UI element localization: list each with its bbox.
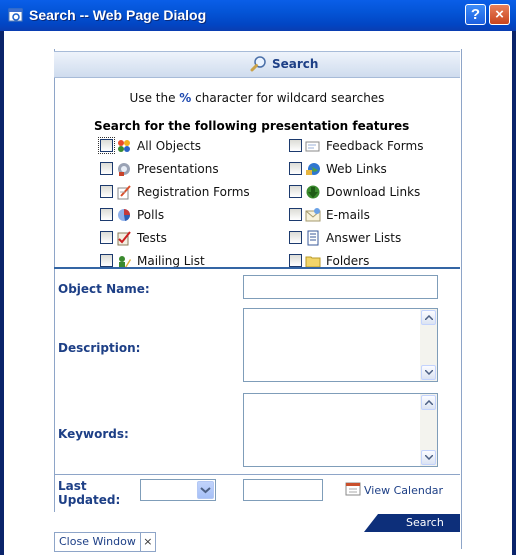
ie-page-icon [8,8,23,22]
download-links-icon [306,185,320,199]
feature-label: Answer Lists [326,231,402,245]
keywords-textarea[interactable] [243,393,438,467]
dialog-content: Search Use the % character for wildcard … [4,31,512,555]
close-window-control: Close Window × [54,532,156,552]
checkbox[interactable] [100,231,113,244]
scroll-down-button[interactable] [421,365,436,380]
scroll-down-button[interactable] [421,450,436,465]
close-window-button[interactable]: Close Window [55,533,141,551]
presentations-icon [118,163,130,176]
features-heading: Search for the following presentation fe… [94,119,410,133]
checkbox[interactable] [100,254,113,267]
checkbox[interactable] [100,208,113,221]
search-button[interactable]: Search [364,514,460,532]
last-updated-label-line2: Updated: [58,493,121,507]
feature-label: Download Links [326,185,421,199]
scroll-up-button[interactable] [421,395,436,410]
calendar-icon [345,482,361,496]
search-bar: Search [54,512,460,532]
magnifier-icon [250,56,266,72]
help-text-after: character for wildcard searches [191,91,385,105]
help-text-before: Use the [129,91,180,105]
feature-label: Web Links [326,162,387,176]
checkbox[interactable] [100,162,113,175]
checkbox[interactable] [100,185,113,198]
feature-label: Registration Forms [137,185,250,199]
scroll-up-icon [425,400,433,405]
bottom-divider [54,474,460,475]
web-links-icon [306,163,320,175]
all-objects-icon [118,140,130,152]
close-x-icon[interactable]: × [141,533,155,551]
feature-label: All Objects [137,139,202,153]
wildcard-help-text: Use the % character for wildcard searche… [54,91,460,105]
polls-icon [118,209,131,221]
chevron-down-icon [200,487,211,494]
last-updated-label-line1: Last [58,479,87,493]
feature-label: Presentations [137,162,219,176]
scroll-up-button[interactable] [421,310,436,325]
checkbox[interactable] [289,185,302,198]
view-calendar-label: View Calendar [364,484,444,497]
last-updated-date-input[interactable] [243,479,323,501]
help-button[interactable]: ? [465,4,486,25]
object-name-input[interactable] [243,275,438,299]
feature-label: Mailing List [137,254,205,268]
checkbox[interactable] [289,208,302,221]
checkbox[interactable] [289,162,302,175]
wildcard-char: % [179,91,192,105]
section-divider [54,267,460,269]
description-textarea[interactable] [243,308,438,382]
scroll-down-icon [425,370,433,375]
keywords-label: Keywords: [58,427,129,441]
feature-label: Folders [326,254,370,268]
feature-label: Feedback Forms [326,139,424,153]
view-calendar-link[interactable]: View Calendar [344,480,443,500]
registration-forms-icon [117,185,131,200]
dropdown-arrow[interactable] [197,481,214,499]
scrollbar[interactable] [420,394,437,466]
close-button[interactable]: × [489,4,510,25]
checkbox[interactable] [289,254,302,267]
scrollbar[interactable] [420,309,437,381]
search-header-label: Search [272,57,319,71]
dialog-window: Search -- Web Page Dialog ? × Search Use… [0,0,516,555]
last-updated-select[interactable] [140,479,216,501]
feature-label: E-mails [326,208,370,222]
checkbox[interactable] [289,231,302,244]
scroll-down-icon [425,455,433,460]
search-button-label: Search [406,516,444,529]
object-name-label: Object Name: [58,282,150,296]
search-header: Search [54,51,460,78]
title-bar[interactable]: Search -- Web Page Dialog ? × [0,0,516,31]
description-label: Description: [58,341,141,355]
feature-label: Polls [137,208,165,222]
scroll-up-icon [425,315,433,320]
window-title: Search -- Web Page Dialog [29,7,207,23]
checkbox[interactable] [289,139,302,152]
answer-lists-icon [307,230,319,246]
checkbox[interactable] [98,137,115,154]
feature-label: Tests [137,231,167,245]
emails-icon [305,208,321,222]
feedback-forms-icon [305,141,320,152]
tests-icon [117,231,131,246]
